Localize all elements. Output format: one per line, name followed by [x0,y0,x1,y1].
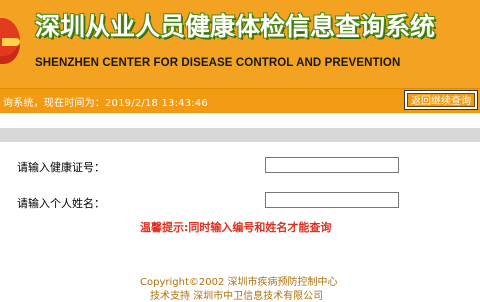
header-banner: 深圳从业人员健康体检信息查询系统 SHENZHEN CENTER FOR DIS… [0,0,480,88]
name-label: 请输入个人姓名： [17,197,105,210]
name-input[interactable] [265,192,399,208]
copyright-text: Copyright©2002 深圳市疾病预防控制中心 [140,277,338,288]
cert-number-input[interactable] [265,157,399,173]
cert-number-label: 请输入健康证号： [17,161,105,174]
back-continue-query-button[interactable]: 返回继续查询 [404,90,478,110]
section-divider-band [0,128,480,142]
site-title: 深圳从业人员健康体检信息查询系统 [35,12,436,41]
cdc-logo-icon [0,18,20,64]
site-subtitle: SHENZHEN CENTER FOR DISEASE CONTROL AND … [35,57,401,69]
warm-tip-text: 温馨提示:同时输入编号和姓名才能查询 [140,221,332,234]
status-bar: 询系统，现在时间为：2019/2/18 13:43:46 返回继续查询 [0,88,480,113]
current-time-text: 询系统，现在时间为：2019/2/18 13:43:46 [3,98,208,109]
